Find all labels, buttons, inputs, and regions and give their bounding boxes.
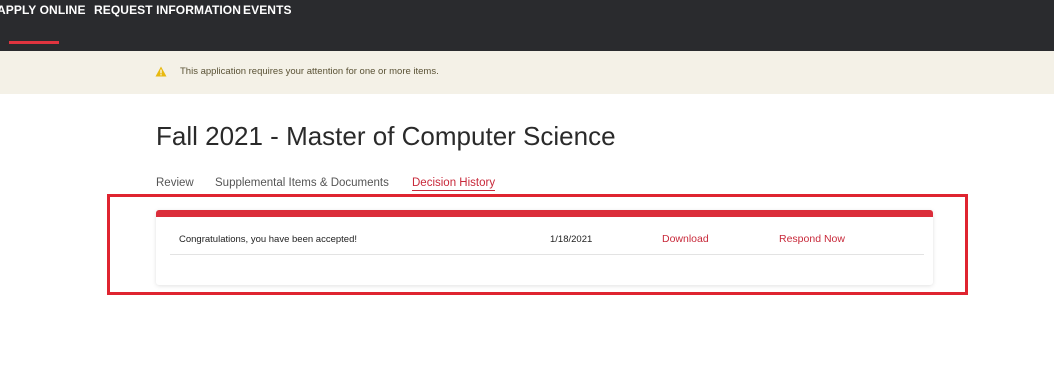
tab-supplemental-items[interactable]: Supplemental Items & Documents — [215, 177, 389, 189]
decision-history-card: Congratulations, you have been accepted!… — [156, 210, 933, 285]
decision-message: Congratulations, you have been accepted! — [179, 234, 357, 245]
tab-decision-history[interactable]: Decision History — [412, 177, 496, 191]
nav-request-information[interactable]: REQUEST INFORMATION — [94, 3, 241, 47]
attention-banner: This application requires your attention… — [0, 51, 1054, 94]
page-title: Fall 2021 - Master of Computer Science — [156, 121, 616, 151]
nav-active-indicator — [9, 41, 59, 44]
top-navigation-bar: APPLY ONLINE REQUEST INFORMATION EVENTS — [0, 0, 1054, 51]
decision-row: Congratulations, you have been accepted!… — [170, 217, 924, 255]
decision-date: 1/18/2021 — [550, 234, 593, 245]
card-accent-bar — [156, 210, 933, 217]
warning-icon — [155, 66, 167, 77]
download-link[interactable]: Download — [662, 233, 709, 245]
tab-review[interactable]: Review — [156, 177, 194, 189]
nav-events[interactable]: EVENTS — [243, 3, 292, 47]
attention-banner-text: This application requires your attention… — [180, 66, 439, 77]
respond-now-link[interactable]: Respond Now — [779, 233, 845, 245]
